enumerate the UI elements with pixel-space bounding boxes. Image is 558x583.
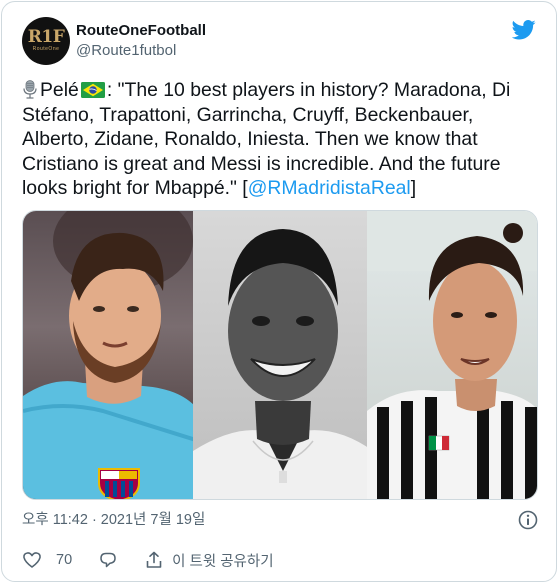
twitter-bird-icon[interactable]	[512, 20, 536, 40]
share-label: 이 트윗 공유하기	[172, 553, 274, 570]
tweet-header: R1F RouteOne RouteOneFootball @Route1fut…	[22, 17, 538, 65]
tweet-actions: 70 이 트윗 공유하기	[22, 548, 300, 572]
author-display-name[interactable]: RouteOneFootball	[76, 21, 206, 41]
microphone-icon	[23, 80, 37, 99]
author-names: RouteOneFootball @Route1futbol	[76, 21, 206, 61]
like-button[interactable]: 70	[22, 550, 72, 570]
avatar-monogram: R1F	[27, 27, 65, 47]
reply-button[interactable]	[98, 550, 118, 570]
photo-messi[interactable]	[23, 211, 199, 499]
brazil-flag-icon	[80, 82, 105, 98]
share-icon	[146, 551, 162, 568]
author-handle[interactable]: @Route1futbol	[76, 41, 206, 61]
avatar-subtext: RouteOne	[32, 46, 60, 52]
photo-pele[interactable]	[193, 211, 373, 499]
heart-icon	[23, 552, 41, 568]
mention-link[interactable]: @RMadridistaReal	[248, 177, 411, 199]
photo-ronaldo[interactable]	[367, 211, 537, 499]
tweet-text-subject: Pelé	[40, 79, 79, 101]
tweet-card: R1F RouteOne RouteOneFootball @Route1fut…	[1, 1, 557, 582]
info-icon[interactable]	[518, 510, 538, 530]
tweet-media[interactable]	[22, 210, 538, 500]
avatar[interactable]: R1F RouteOne	[22, 17, 70, 65]
tweet-text: Pelé: "The 10 best players in history? M…	[22, 78, 542, 201]
reply-bubble-icon	[100, 552, 116, 568]
like-count: 70	[56, 552, 73, 568]
tweet-timestamp[interactable]: 오후 11:42 · 2021년 7월 19일	[22, 510, 205, 530]
tweet-text-end: ]	[410, 177, 417, 199]
share-button[interactable]: 이 트윗 공유하기	[144, 550, 274, 571]
